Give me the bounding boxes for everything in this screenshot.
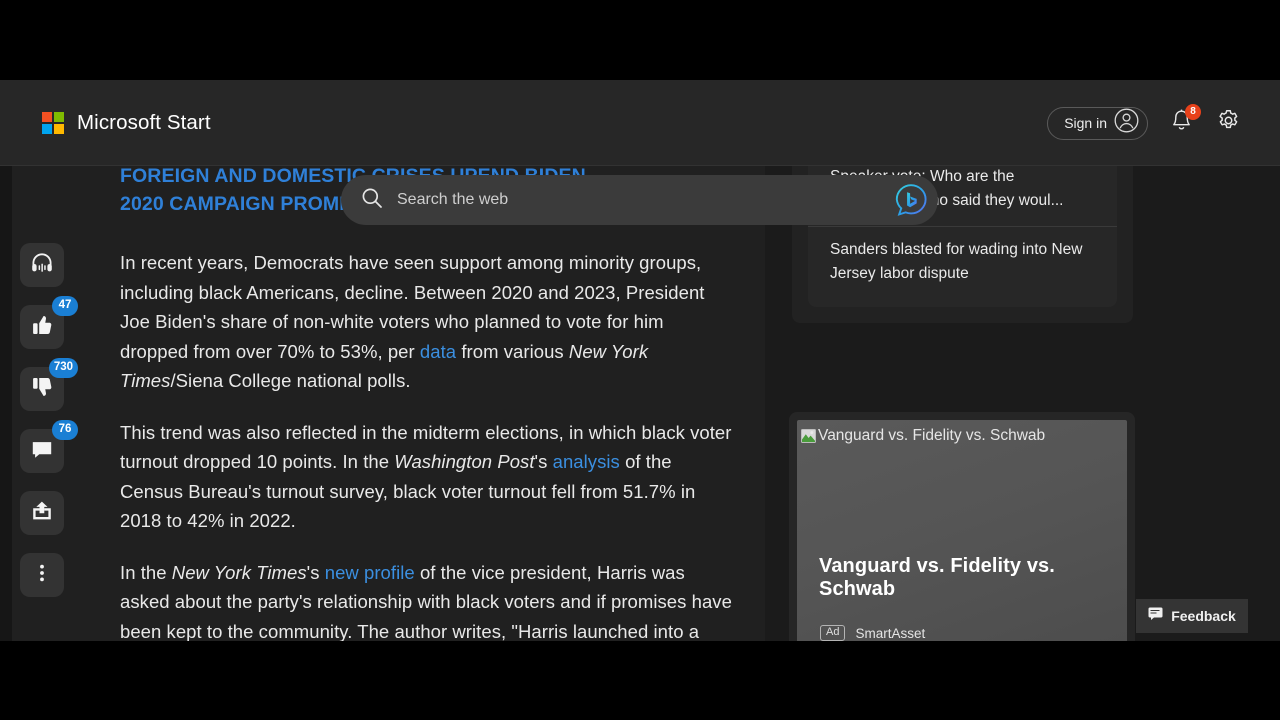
comment-icon (30, 437, 54, 466)
thumbs-up-icon (30, 313, 54, 342)
more-vertical-icon (30, 561, 54, 590)
ad-meta-row: Ad SmartAsset (820, 625, 925, 641)
search-bar[interactable] (341, 175, 938, 225)
site-header: Microsoft Start Sign in 8 (0, 80, 1280, 166)
feedback-label: Feedback (1171, 608, 1236, 624)
page-scrollbar[interactable] (1274, 166, 1280, 641)
news-list: Speaker vote: Who are the Republicans wh… (808, 150, 1117, 307)
article-action-rail: 47 730 76 (20, 243, 78, 597)
sign-in-button[interactable]: Sign in (1047, 106, 1148, 140)
news-item-title: Sanders blasted for wading into New Jers… (830, 241, 1083, 282)
gear-icon (1216, 108, 1241, 138)
feedback-button[interactable]: Feedback (1136, 599, 1248, 633)
page-left-edge-strip (0, 166, 12, 641)
settings-button[interactable] (1214, 109, 1242, 137)
brand-name: Microsoft Start (77, 110, 211, 134)
news-panel: Speaker vote: Who are the Republicans wh… (792, 140, 1133, 323)
article-text: 's (534, 451, 553, 472)
search-icon (361, 187, 383, 214)
ad-alt-text: Vanguard vs. Fidelity vs. Schwab (818, 427, 1046, 444)
feedback-comment-icon (1148, 607, 1163, 625)
advertisement-card[interactable]: Vanguard vs. Fidelity vs. Schwab Vanguar… (789, 412, 1135, 641)
ad-image-placeholder: Vanguard vs. Fidelity vs. Schwab Vanguar… (797, 420, 1127, 641)
rail-badge-comments: 76 (52, 420, 78, 440)
account-person-icon (1114, 108, 1139, 138)
rail-button-more-options[interactable] (20, 553, 64, 597)
article-paragraph: In the New York Times's new profile of t… (120, 558, 732, 642)
browser-viewport: FOREIGN AND DOMESTIC CRISES UPEND BIDEN … (0, 80, 1280, 641)
bing-chat-icon[interactable] (890, 179, 932, 221)
article-inline-link[interactable]: new profile (325, 562, 415, 583)
rail-badge-like: 47 (52, 296, 78, 316)
rail-button-share[interactable] (20, 491, 64, 535)
article-inline-link[interactable]: analysis (553, 451, 620, 472)
article-paragraph: This trend was also reflected in the mid… (120, 418, 732, 536)
ad-headline: Vanguard vs. Fidelity vs. Schwab (819, 555, 1055, 600)
microsoft-logo-icon (42, 111, 64, 134)
article-text: 's (306, 561, 325, 583)
rail-button-like[interactable]: 47 (20, 296, 78, 349)
share-icon (30, 499, 54, 528)
right-sidebar: Speaker vote: Who are the Republicans wh… (765, 140, 1280, 641)
headphones-icon (30, 251, 54, 280)
notifications-button[interactable]: 8 (1166, 104, 1201, 138)
ad-advertiser-name: SmartAsset (855, 625, 926, 641)
ad-tag-badge: Ad (820, 625, 846, 641)
thumbs-down-icon (30, 375, 54, 404)
sign-in-label: Sign in (1064, 115, 1107, 131)
rail-button-listen[interactable] (20, 243, 64, 287)
article-text: /Siena College national polls. (170, 370, 411, 391)
brand[interactable]: Microsoft Start (42, 111, 211, 135)
header-right-actions: Sign in 8 (1047, 80, 1242, 166)
letterbox-top-bar (0, 0, 1280, 80)
rail-button-comments[interactable]: 76 (20, 420, 78, 473)
rail-badge-dislike: 730 (48, 358, 78, 378)
article-text: In the (120, 561, 172, 583)
article-paragraph-list: In recent years, Democrats have seen sup… (120, 248, 732, 641)
notification-badge: 8 (1185, 104, 1201, 120)
article-text: from various (456, 340, 569, 362)
search-input[interactable] (397, 191, 890, 209)
news-item[interactable]: Sanders blasted for wading into New Jers… (808, 226, 1117, 299)
rail-button-dislike[interactable]: 730 (20, 358, 78, 411)
article-body: FOREIGN AND DOMESTIC CRISES UPEND BIDEN … (120, 162, 732, 641)
article-italic-text: Washington Post (394, 451, 535, 472)
ad-alt-row: Vanguard vs. Fidelity vs. Schwab (801, 426, 1045, 448)
broken-image-icon (801, 429, 816, 448)
article-inline-link[interactable]: data (420, 341, 456, 362)
article-column: FOREIGN AND DOMESTIC CRISES UPEND BIDEN … (12, 165, 765, 641)
article-paragraph: In recent years, Democrats have seen sup… (120, 248, 732, 396)
letterbox-bottom-bar (0, 641, 1280, 720)
article-italic-text: New York Times (171, 561, 307, 583)
